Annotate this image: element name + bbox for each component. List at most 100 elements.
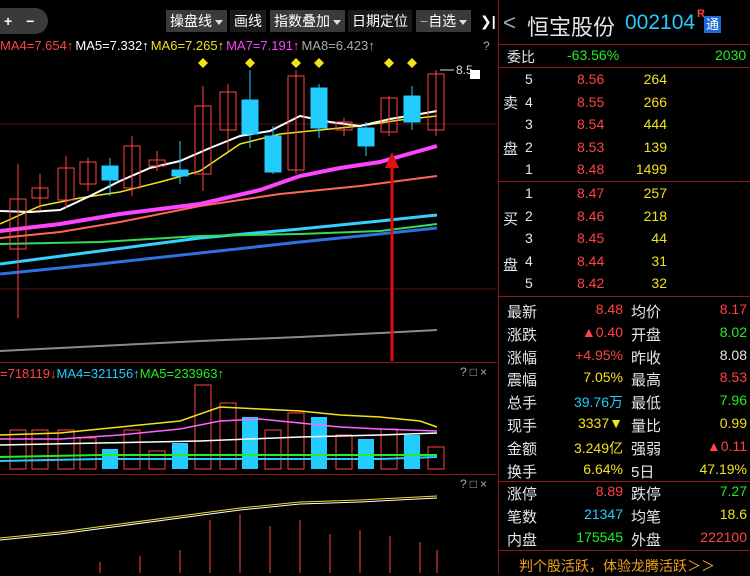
- level-price: 8.54: [577, 116, 605, 132]
- stat-label: 换手: [507, 463, 538, 481]
- sell-label: 卖: [503, 95, 519, 112]
- level-price: 8.42: [577, 275, 605, 291]
- level-volume: 44: [651, 230, 667, 246]
- level-volume: 257: [643, 185, 667, 201]
- level-number: 5: [525, 275, 533, 291]
- level-volume: 32: [651, 275, 667, 291]
- level-number: 5: [525, 71, 533, 87]
- lock-icon[interactable]: [470, 70, 480, 79]
- volume-ma4-value: MA4=321156↑: [56, 366, 140, 381]
- stat-value: 0.99: [719, 415, 747, 431]
- level-number: 1: [525, 185, 533, 201]
- weibi-value: -63.56%: [567, 47, 620, 63]
- signal-marker: [314, 58, 324, 68]
- promo-link[interactable]: 判个股活跃，体验龙腾活跃＞＞: [519, 556, 715, 576]
- draw-line-button[interactable]: 画线: [230, 10, 266, 32]
- level-volume: 266: [643, 93, 667, 110]
- stat-label: 开盘: [631, 326, 662, 344]
- stat-label: 笔数: [507, 509, 538, 527]
- signal-marker: [384, 58, 394, 68]
- ma8-value: MA8=6.423↑: [301, 38, 375, 53]
- buy-label: 盘: [503, 257, 519, 274]
- stat-value: 175545: [576, 529, 623, 545]
- indicator-line-yellow: [0, 495, 438, 539]
- indicator-overlay-dropdown[interactable]: 指数叠加: [270, 10, 345, 32]
- sell-label: 盘: [503, 141, 519, 158]
- self-select-label: 自选: [428, 13, 457, 29]
- self-select-dropdown[interactable]: −自选: [416, 10, 472, 32]
- close-icon[interactable]: ×: [480, 477, 490, 491]
- stat-value: 7.96: [719, 392, 747, 409]
- candles: [9, 70, 445, 318]
- date-locate-button[interactable]: 日期定位: [348, 10, 412, 32]
- ma8-line: [0, 329, 438, 352]
- signal-marker: [291, 58, 301, 68]
- help-icon[interactable]: ?: [460, 477, 470, 491]
- weibi-diff: 2030: [715, 47, 747, 63]
- level-price: 8.44: [577, 252, 605, 269]
- stat-label: 外盘: [631, 532, 662, 549]
- back-button[interactable]: <: [503, 10, 516, 36]
- stat-value: 6.64%: [583, 460, 623, 477]
- ma5-value: MA5=7.332↑: [75, 38, 149, 53]
- level-volume: 139: [643, 138, 667, 155]
- volume-ma5-value: MA5=233963↑: [139, 366, 224, 381]
- divider: [499, 67, 750, 68]
- stat-label: 涨跌: [507, 326, 538, 344]
- volume-bar: [9, 429, 27, 470]
- signal-marker: [245, 58, 255, 68]
- stat-value: 8.17: [719, 301, 747, 317]
- stock-code: 002104: [625, 11, 696, 34]
- level-number: 1: [525, 161, 533, 177]
- stat-value: 39.76万: [573, 394, 623, 411]
- stat-label: 昨收: [631, 349, 662, 367]
- chart-toolbar: + − 操盘线 画线 指数叠加 日期定位 −自选 ❯|: [0, 0, 497, 38]
- candle: [264, 135, 282, 173]
- volume-bar: [172, 443, 188, 469]
- stat-value: 47.19%: [699, 460, 747, 477]
- weibi-label: 委比: [507, 49, 535, 65]
- stat-value: 8.48: [595, 301, 623, 317]
- stat-value: +4.95%: [575, 346, 623, 363]
- stat-label: 最新: [507, 304, 538, 321]
- tong-badge: 通: [704, 16, 722, 33]
- candle: [101, 165, 119, 181]
- expand-panel-icon[interactable]: ❯|: [476, 10, 500, 32]
- buy-label: 买: [503, 211, 519, 228]
- indicator-line-white: [0, 497, 438, 541]
- stat-label: 均价: [631, 304, 662, 321]
- volume-bar: [148, 450, 166, 470]
- level-price: 8.46: [577, 207, 605, 224]
- volume-bar: [335, 434, 353, 470]
- stat-label: 金额: [507, 440, 538, 458]
- zoom-out-button[interactable]: −: [26, 13, 34, 29]
- volume-bar: [123, 429, 141, 470]
- maximize-icon[interactable]: □: [470, 365, 480, 379]
- candle: [241, 99, 259, 135]
- panel-divider: [0, 474, 497, 475]
- stat-value: 7.05%: [583, 369, 623, 386]
- stat-label: 跌停: [631, 486, 662, 504]
- stat-label: 强弱: [631, 440, 662, 458]
- level-price: 8.55: [577, 93, 605, 110]
- signal-markers: [198, 58, 417, 68]
- volume-bar: [31, 429, 49, 470]
- zoom-in-button[interactable]: +: [4, 13, 12, 29]
- stat-value: 8.08: [719, 346, 747, 363]
- level-number: 4: [525, 252, 533, 269]
- close-icon[interactable]: ×: [480, 365, 490, 379]
- ma7-value: MA7=7.191↑: [226, 38, 300, 53]
- level-volume: 264: [643, 71, 667, 87]
- drawing-tools-dropdown[interactable]: 操盘线: [166, 10, 227, 32]
- candle: [357, 127, 375, 147]
- ma6-value: MA6=7.265↑: [150, 38, 225, 53]
- volume-panel-controls: ?□×: [460, 365, 490, 379]
- volume-value: =718119↓: [0, 366, 57, 381]
- help-icon[interactable]: ?: [460, 365, 470, 379]
- stat-value: 3.249亿: [573, 439, 623, 456]
- help-icon[interactable]: ?: [483, 39, 490, 53]
- maximize-icon[interactable]: □: [470, 477, 480, 491]
- signal-marker: [198, 58, 208, 68]
- stat-label: 震幅: [507, 372, 538, 390]
- ma4-value: MA4=7.654↑: [0, 38, 74, 53]
